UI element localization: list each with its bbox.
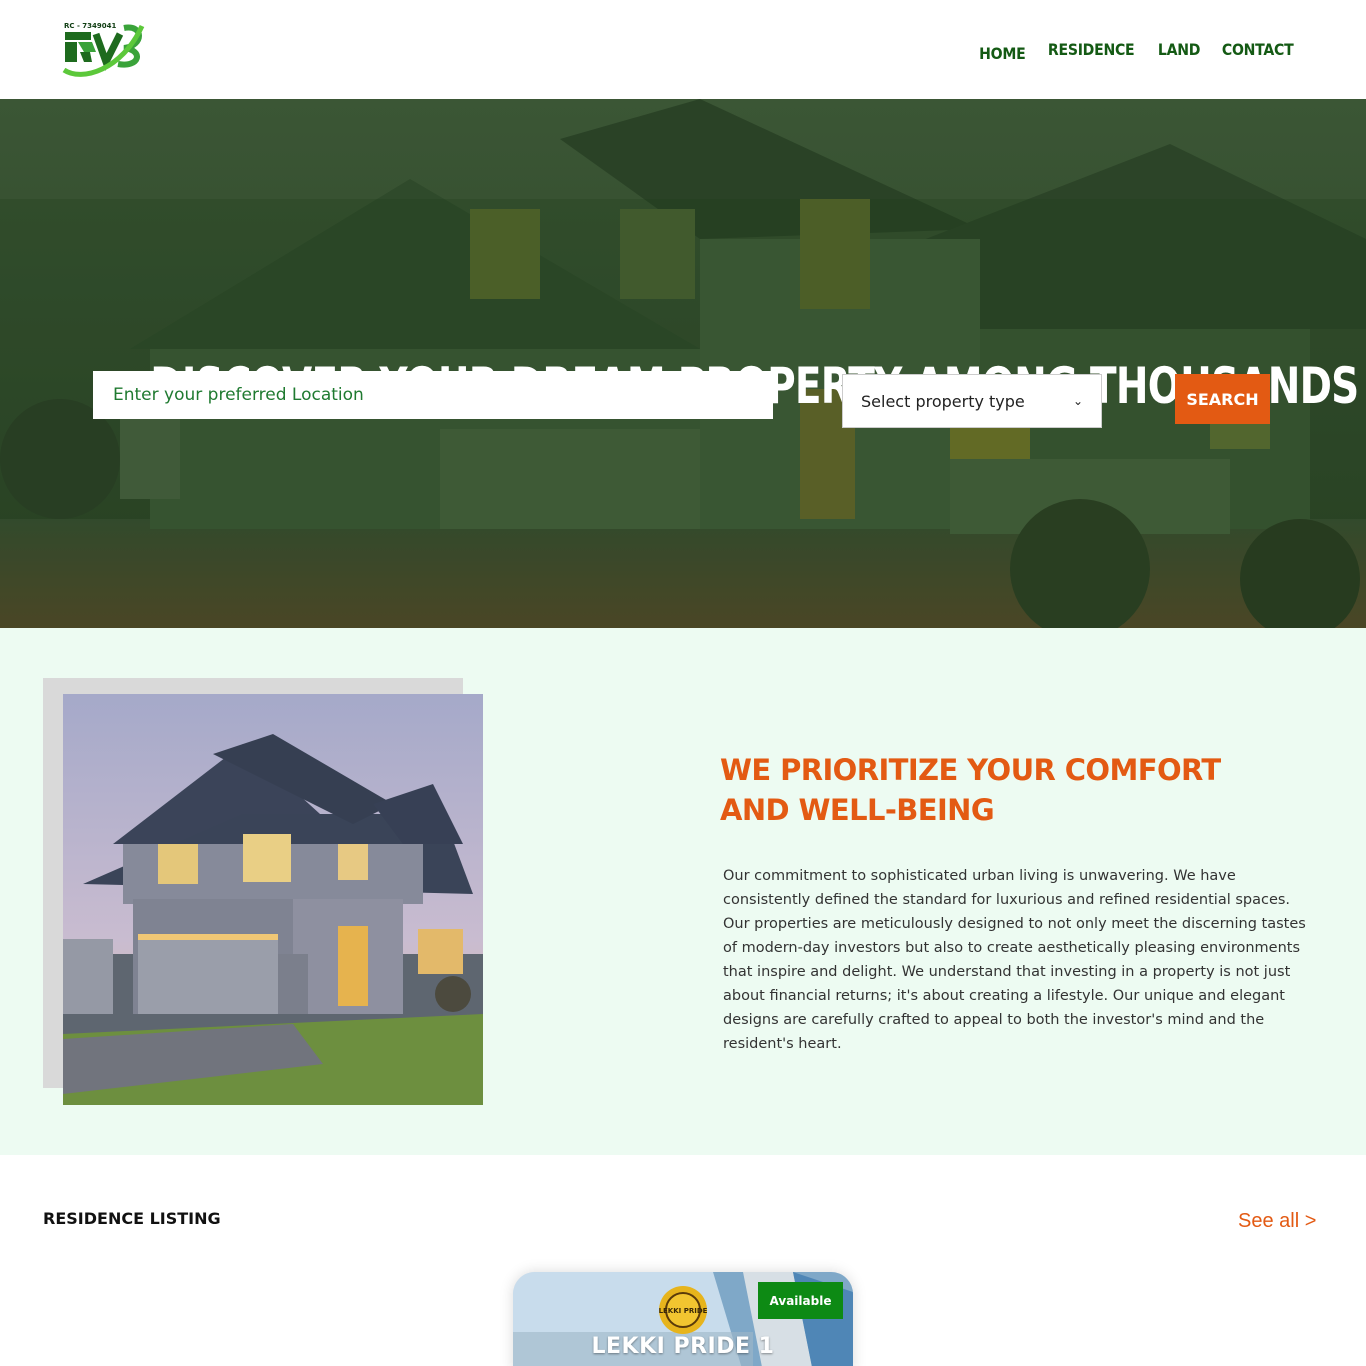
house-image bbox=[63, 694, 483, 1105]
listing-title: RESIDENCE LISTING bbox=[43, 1209, 221, 1228]
main-nav: HOME RESIDENCE LAND CONTACT bbox=[962, 40, 1298, 63]
nav-contact[interactable]: CONTACT bbox=[1222, 40, 1294, 59]
property-type-select[interactable]: Select property type ⌄ bbox=[842, 374, 1102, 428]
listing-card-title: LEKKI PRIDE 1 bbox=[591, 1334, 775, 1359]
nav-residence[interactable]: RESIDENCE bbox=[1048, 40, 1135, 59]
status-badge: Available bbox=[758, 1282, 843, 1319]
property-type-value: Select property type bbox=[861, 391, 1025, 411]
hero-banner: DISCOVER YOUR DREAM PROPERTY AMONG THOUS… bbox=[0, 99, 1366, 628]
chevron-down-icon: ⌄ bbox=[1072, 394, 1083, 408]
location-input[interactable] bbox=[93, 371, 773, 419]
see-all-link[interactable]: See all > bbox=[1238, 1210, 1316, 1233]
about-title: WE PRIORITIZE YOUR COMFORT AND WELL-BEIN… bbox=[720, 753, 1221, 827]
about-section: WE PRIORITIZE YOUR COMFORT AND WELL-BEIN… bbox=[0, 628, 1366, 1155]
svg-text:RC - 7349041: RC - 7349041 bbox=[64, 22, 117, 30]
site-header: RC - 7349041 HOME RESIDENCE LAND CONTACT bbox=[0, 0, 1366, 99]
listing-card[interactable]: LEKKI PRIDE Available LEKKI PRIDE 1 bbox=[513, 1272, 853, 1366]
nav-home[interactable]: HOME bbox=[979, 44, 1026, 63]
nav-land[interactable]: LAND bbox=[1157, 40, 1200, 59]
brand-logo[interactable]: RC - 7349041 bbox=[62, 18, 146, 82]
logo-icon: RC - 7349041 bbox=[62, 22, 145, 77]
search-button[interactable]: SEARCH bbox=[1175, 374, 1270, 424]
about-text: Our commitment to sophisticated urban li… bbox=[723, 868, 1306, 1052]
svg-text:LEKKI PRIDE: LEKKI PRIDE bbox=[659, 1307, 708, 1315]
house-photo bbox=[63, 694, 483, 1105]
